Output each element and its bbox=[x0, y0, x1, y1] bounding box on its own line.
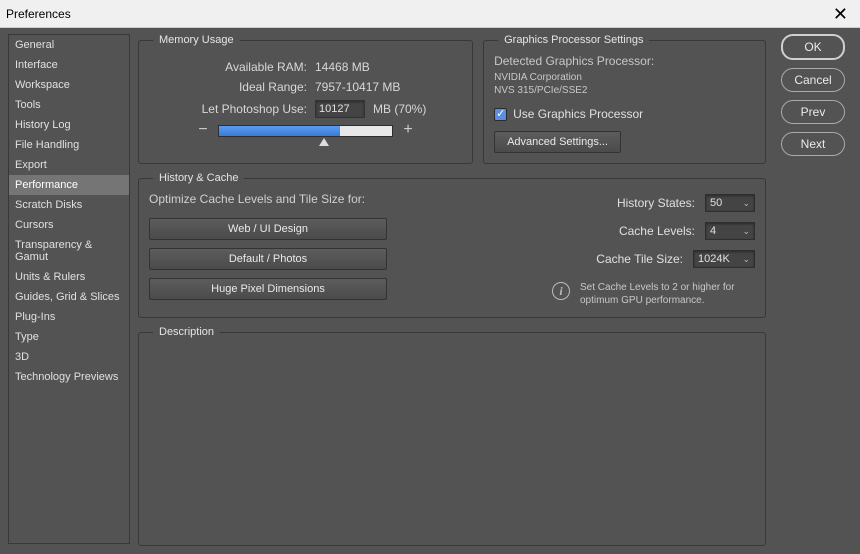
sidebar: General Interface Workspace Tools Histor… bbox=[8, 34, 130, 544]
history-states-label: History States: bbox=[617, 196, 695, 210]
sidebar-item-cursors[interactable]: Cursors bbox=[9, 215, 129, 235]
memory-slider-marker-icon bbox=[319, 138, 329, 146]
cache-levels-label: Cache Levels: bbox=[619, 224, 695, 238]
sidebar-item-history-log[interactable]: History Log bbox=[9, 115, 129, 135]
main: General Interface Workspace Tools Histor… bbox=[0, 28, 860, 554]
cache-tile-size-select[interactable]: 1024K ⌄ bbox=[693, 250, 755, 268]
detected-gpu-label: Detected Graphics Processor: bbox=[494, 54, 755, 68]
memory-usage-legend: Memory Usage bbox=[153, 34, 240, 46]
ideal-range-value: 7957-10417 MB bbox=[315, 80, 400, 94]
use-gpu-label: Use Graphics Processor bbox=[513, 107, 643, 121]
sidebar-item-3d[interactable]: 3D bbox=[9, 347, 129, 367]
next-button[interactable]: Next bbox=[781, 132, 845, 156]
top-row: Memory Usage Available RAM: 14468 MB Ide… bbox=[138, 34, 766, 164]
gpu-vendor: NVIDIA Corporation bbox=[494, 72, 755, 85]
history-states-value: 50 bbox=[710, 197, 722, 209]
sidebar-item-export[interactable]: Export bbox=[9, 155, 129, 175]
cache-tile-size-label: Cache Tile Size: bbox=[596, 252, 683, 266]
history-cache-legend: History & Cache bbox=[153, 172, 244, 184]
sidebar-item-technology-previews[interactable]: Technology Previews bbox=[9, 367, 129, 387]
huge-pixel-button[interactable]: Huge Pixel Dimensions bbox=[149, 278, 387, 300]
sidebar-item-general[interactable]: General bbox=[9, 35, 129, 55]
memory-usage-group: Memory Usage Available RAM: 14468 MB Ide… bbox=[138, 34, 473, 164]
sidebar-item-workspace[interactable]: Workspace bbox=[9, 75, 129, 95]
memory-plus-button[interactable]: + bbox=[401, 124, 415, 138]
sidebar-item-tools[interactable]: Tools bbox=[9, 95, 129, 115]
optimize-label: Optimize Cache Levels and Tile Size for: bbox=[149, 192, 387, 206]
content: Memory Usage Available RAM: 14468 MB Ide… bbox=[138, 34, 852, 546]
description-legend: Description bbox=[153, 326, 220, 338]
gpu-settings-group: Graphics Processor Settings Detected Gra… bbox=[483, 34, 766, 164]
content-left: Memory Usage Available RAM: 14468 MB Ide… bbox=[138, 34, 766, 546]
available-ram-label: Available RAM: bbox=[149, 60, 307, 74]
sidebar-item-transparency-gamut[interactable]: Transparency & Gamut bbox=[9, 235, 129, 267]
description-group: Description bbox=[138, 326, 766, 546]
cache-levels-select[interactable]: 4 ⌄ bbox=[705, 222, 755, 240]
memory-minus-button[interactable]: − bbox=[196, 124, 210, 138]
chevron-down-icon: ⌄ bbox=[742, 226, 750, 237]
sidebar-item-interface[interactable]: Interface bbox=[9, 55, 129, 75]
available-ram-value: 14468 MB bbox=[315, 60, 370, 74]
memory-slider[interactable] bbox=[218, 125, 393, 137]
sidebar-item-type[interactable]: Type bbox=[9, 327, 129, 347]
sidebar-item-guides-grid-slices[interactable]: Guides, Grid & Slices bbox=[9, 287, 129, 307]
history-states-select[interactable]: 50 ⌄ bbox=[705, 194, 755, 212]
use-gpu-checkbox[interactable] bbox=[494, 108, 507, 121]
chevron-down-icon: ⌄ bbox=[742, 254, 750, 265]
ok-button[interactable]: OK bbox=[781, 34, 845, 60]
advanced-settings-button[interactable]: Advanced Settings... bbox=[494, 131, 621, 153]
cache-tile-size-value: 1024K bbox=[698, 253, 730, 265]
gpu-model: NVS 315/PCIe/SSE2 bbox=[494, 85, 755, 98]
cancel-button[interactable]: Cancel bbox=[781, 68, 845, 92]
history-cache-group: History & Cache Optimize Cache Levels an… bbox=[138, 172, 766, 318]
let-use-label: Let Photoshop Use: bbox=[149, 102, 307, 116]
action-column: OK Cancel Prev Next bbox=[774, 34, 852, 546]
sidebar-item-file-handling[interactable]: File Handling bbox=[9, 135, 129, 155]
let-use-input[interactable] bbox=[315, 100, 365, 118]
memory-slider-fill bbox=[219, 126, 340, 136]
default-photos-button[interactable]: Default / Photos bbox=[149, 248, 387, 270]
sidebar-item-plug-ins[interactable]: Plug-Ins bbox=[9, 307, 129, 327]
cache-levels-value: 4 bbox=[710, 225, 716, 237]
web-ui-design-button[interactable]: Web / UI Design bbox=[149, 218, 387, 240]
info-icon: i bbox=[552, 282, 570, 300]
ideal-range-label: Ideal Range: bbox=[149, 80, 307, 94]
titlebar: Preferences ✕ bbox=[0, 0, 860, 28]
cache-info-text: Set Cache Levels to 2 or higher for opti… bbox=[580, 282, 755, 307]
close-icon[interactable]: ✕ bbox=[827, 3, 854, 25]
sidebar-item-performance[interactable]: Performance bbox=[9, 175, 129, 195]
gpu-settings-legend: Graphics Processor Settings bbox=[498, 34, 649, 46]
sidebar-item-units-rulers[interactable]: Units & Rulers bbox=[9, 267, 129, 287]
window-title: Preferences bbox=[6, 7, 71, 21]
prev-button[interactable]: Prev bbox=[781, 100, 845, 124]
let-use-suffix: MB (70%) bbox=[373, 102, 426, 116]
sidebar-item-scratch-disks[interactable]: Scratch Disks bbox=[9, 195, 129, 215]
chevron-down-icon: ⌄ bbox=[742, 198, 750, 209]
